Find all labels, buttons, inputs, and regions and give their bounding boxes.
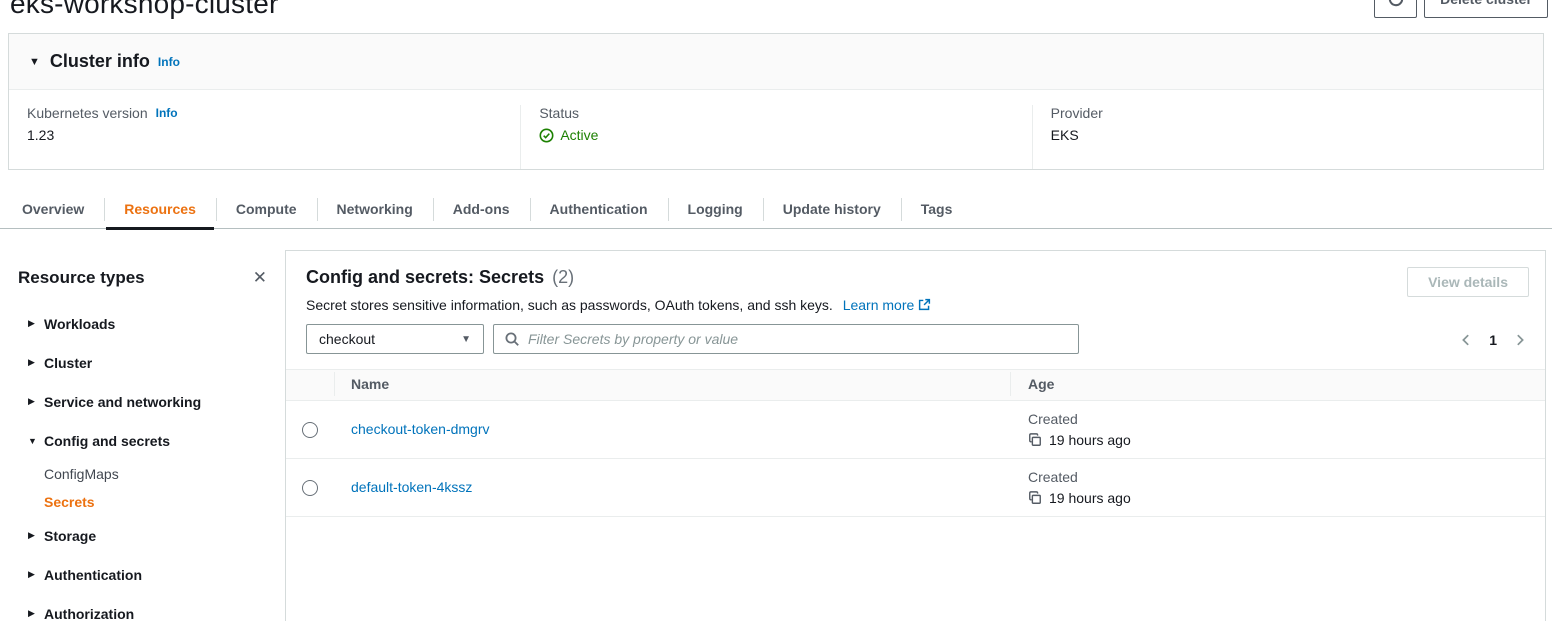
sidebar-item-cluster[interactable]: ▶ Cluster xyxy=(0,343,285,382)
previous-page-icon[interactable] xyxy=(1459,333,1473,347)
chevron-right-icon: ▶ xyxy=(28,318,44,329)
close-icon[interactable]: ✕ xyxy=(249,268,271,288)
status-label: Status xyxy=(539,105,1013,121)
secrets-panel-title: Config and secrets: Secrets xyxy=(306,267,544,288)
delete-cluster-button[interactable]: Delete cluster xyxy=(1424,0,1548,18)
secrets-panel: Config and secrets: Secrets (2) View det… xyxy=(285,250,1546,621)
sidebar-item-service-and-networking[interactable]: ▶ Service and networking xyxy=(0,382,285,421)
status-field: Status Active xyxy=(520,105,1031,169)
chevron-right-icon: ▶ xyxy=(28,530,44,541)
chevron-right-icon: ▶ xyxy=(28,569,44,580)
kubernetes-version-info-link[interactable]: Info xyxy=(156,106,178,120)
cluster-tabs: Overview Resources Compute Networking Ad… xyxy=(0,190,1552,229)
table-header: Name Age xyxy=(286,369,1545,401)
cluster-info-header[interactable]: ▼ Cluster info Info xyxy=(9,34,1543,90)
dropdown-caret-icon: ▼ xyxy=(461,334,471,345)
tab-compute[interactable]: Compute xyxy=(216,190,317,228)
refresh-button[interactable] xyxy=(1374,0,1417,18)
sidebar-item-authorization[interactable]: ▶ Authorization xyxy=(0,594,285,621)
sidebar-item-authentication[interactable]: ▶ Authentication xyxy=(0,555,285,594)
tab-resources[interactable]: Resources xyxy=(104,190,216,228)
page-title: eks-workshop-cluster xyxy=(10,0,279,20)
chevron-right-icon: ▶ xyxy=(28,396,44,407)
secret-name-link[interactable]: checkout-token-dmgrv xyxy=(351,421,490,437)
cluster-info-panel: ▼ Cluster info Info Kubernetes version I… xyxy=(8,33,1544,170)
status-active-icon xyxy=(539,128,554,143)
resource-tree: ▶ Workloads ▶ Cluster ▶ Service and netw… xyxy=(0,304,285,621)
copy-icon[interactable] xyxy=(1028,433,1042,447)
chevron-right-icon: ▶ xyxy=(28,608,44,619)
sidebar-item-config-and-secrets[interactable]: ▼ Config and secrets xyxy=(0,421,285,460)
sidebar-item-storage[interactable]: ▶ Storage xyxy=(0,516,285,555)
secrets-count: (2) xyxy=(552,267,574,288)
secret-name-link[interactable]: default-token-4kssz xyxy=(351,479,472,495)
external-link-icon xyxy=(918,298,931,311)
filter-property-dropdown[interactable]: checkout ▼ xyxy=(306,324,484,354)
tab-networking[interactable]: Networking xyxy=(317,190,433,228)
row-select-radio[interactable] xyxy=(302,480,318,496)
tab-authentication[interactable]: Authentication xyxy=(530,190,668,228)
table-row: checkout-token-dmgrv Created 19 hours ag… xyxy=(286,401,1545,459)
resource-types-sidebar: Resource types ✕ ▶ Workloads ▶ Cluster ▶… xyxy=(0,250,285,621)
age-created-label: Created xyxy=(1028,469,1545,485)
view-details-button[interactable]: View details xyxy=(1407,267,1529,297)
cluster-info-info-link[interactable]: Info xyxy=(158,55,180,69)
collapse-caret-icon[interactable]: ▼ xyxy=(29,56,40,68)
secrets-table: Name Age checkout-token-dmgrv Created xyxy=(286,369,1545,517)
cluster-info-title: Cluster info xyxy=(50,51,150,72)
current-page[interactable]: 1 xyxy=(1489,332,1497,348)
dropdown-selected-value: checkout xyxy=(319,331,375,347)
age-created-label: Created xyxy=(1028,411,1545,427)
age-value-text: 19 hours ago xyxy=(1049,432,1131,448)
cluster-info-body: Kubernetes version Info 1.23 Status Acti… xyxy=(9,90,1543,169)
secrets-description: Secret stores sensitive information, suc… xyxy=(306,297,833,313)
eks-console-page: eks-workshop-cluster Delete cluster ▼ Cl… xyxy=(0,0,1552,621)
tab-tags[interactable]: Tags xyxy=(901,190,973,228)
column-header-age: Age xyxy=(1028,376,1054,392)
sidebar-item-workloads[interactable]: ▶ Workloads xyxy=(0,304,285,343)
search-input[interactable] xyxy=(528,331,1068,347)
table-row: default-token-4kssz Created 19 hours ago xyxy=(286,459,1545,517)
status-value: Active xyxy=(560,127,598,143)
provider-label: Provider xyxy=(1051,105,1525,121)
resource-types-title: Resource types xyxy=(18,268,145,288)
row-select-radio[interactable] xyxy=(302,422,318,438)
kubernetes-version-label: Kubernetes version xyxy=(27,105,148,121)
copy-icon[interactable] xyxy=(1028,491,1042,505)
kubernetes-version-field: Kubernetes version Info 1.23 xyxy=(9,105,520,169)
pagination: 1 xyxy=(1459,332,1527,348)
sidebar-item-secrets[interactable]: Secrets xyxy=(0,488,285,516)
provider-field: Provider EKS xyxy=(1032,105,1543,169)
learn-more-link[interactable]: Learn more xyxy=(843,297,932,313)
provider-value: EKS xyxy=(1051,127,1525,143)
secrets-search-box xyxy=(493,324,1079,354)
kubernetes-version-value: 1.23 xyxy=(27,127,502,143)
tab-add-ons[interactable]: Add-ons xyxy=(433,190,530,228)
search-icon xyxy=(504,331,520,347)
age-value-text: 19 hours ago xyxy=(1049,490,1131,506)
tab-update-history[interactable]: Update history xyxy=(763,190,901,228)
tab-overview[interactable]: Overview xyxy=(2,190,104,228)
refresh-icon xyxy=(1387,0,1405,8)
next-page-icon[interactable] xyxy=(1513,333,1527,347)
column-header-name: Name xyxy=(351,376,389,392)
chevron-right-icon: ▶ xyxy=(28,357,44,368)
tab-logging[interactable]: Logging xyxy=(668,190,763,228)
sidebar-item-configmaps[interactable]: ConfigMaps xyxy=(0,460,285,488)
chevron-down-icon: ▼ xyxy=(28,436,44,446)
